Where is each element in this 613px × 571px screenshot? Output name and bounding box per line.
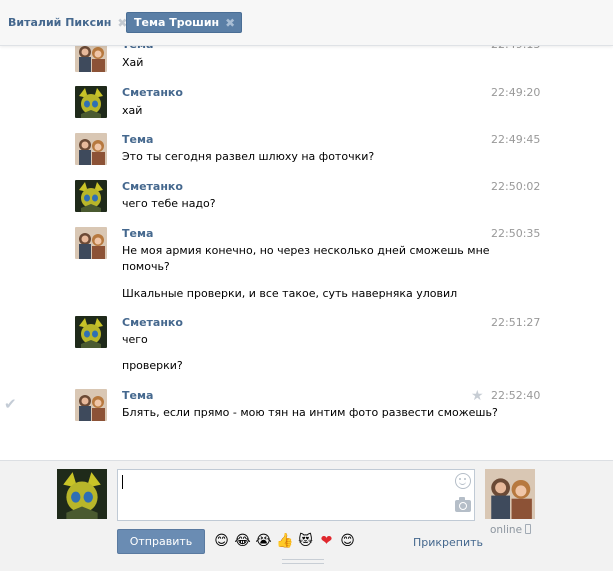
message-time[interactable]: 22:52:40 <box>491 389 540 402</box>
message-text: Это ты сегодня развел шлюху на фоточки? <box>122 150 375 163</box>
message-text: Шкальные проверки, и все такое, суть нав… <box>122 287 458 300</box>
chat-tabs-bar: Виталий Пиксин ✖ Тема Трошин ✖ <box>0 0 613 46</box>
message-author[interactable]: Сметанко <box>122 316 183 329</box>
message-text: чего тебе надо? <box>122 197 216 210</box>
message-author[interactable]: Сметанко <box>122 86 183 99</box>
check-icon[interactable]: ✔ <box>4 395 17 413</box>
message-history: Тема 22:49:13 Хай Сметанко 22:49:20 хай … <box>0 0 613 460</box>
message-author[interactable]: Тема <box>122 389 153 402</box>
mobile-phone-icon <box>525 524 532 534</box>
smile-emoji-icon[interactable]: 😊 <box>213 533 230 550</box>
message-text: Блять, если прямо - мою тян на интим фот… <box>122 406 498 419</box>
star-icon[interactable]: ★ <box>471 388 484 404</box>
message-text: чего <box>122 333 148 346</box>
blush-emoji-icon[interactable]: 😊 <box>339 533 356 550</box>
my-avatar[interactable] <box>57 469 107 519</box>
message-author[interactable]: Сметанко <box>122 180 183 193</box>
message-author[interactable]: Тема <box>122 227 153 240</box>
message-time[interactable]: 22:51:27 <box>491 316 540 329</box>
tema-avatar[interactable] <box>75 133 107 165</box>
tema-avatar[interactable] <box>75 227 107 259</box>
tab-tema-troshin[interactable]: Тема Трошин ✖ <box>126 12 243 33</box>
heart-emoji-icon[interactable]: ❤ <box>318 533 335 550</box>
crying-emoji-icon[interactable]: 😭 <box>255 533 272 550</box>
message-time[interactable]: 22:49:45 <box>491 133 540 146</box>
message-time[interactable]: 22:49:20 <box>491 86 540 99</box>
tab-vitaliy-piksin[interactable]: Виталий Пиксин ✖ <box>0 12 133 33</box>
message-input[interactable] <box>117 469 475 521</box>
quick-emoji-bar: 😊 😂 😭 👍 😻 ❤ 😊 <box>213 533 356 550</box>
message-text: хай <box>122 104 143 117</box>
close-icon[interactable]: ✖ <box>225 17 235 29</box>
smetanko-avatar[interactable] <box>75 180 107 212</box>
message-text: Хай <box>122 56 144 69</box>
thumbs-up-emoji-icon[interactable]: 👍 <box>276 533 293 550</box>
message-text: помочь? <box>122 260 170 273</box>
resize-handle[interactable] <box>282 559 324 564</box>
send-button[interactable]: Отправить <box>117 529 205 554</box>
tema-avatar[interactable] <box>75 389 107 421</box>
peer-avatar[interactable] <box>485 469 535 519</box>
cat-emoji-icon[interactable]: 😻 <box>297 533 314 550</box>
message-time[interactable]: 22:50:35 <box>491 227 540 240</box>
laugh-tears-emoji-icon[interactable]: 😂 <box>234 533 251 550</box>
camera-icon[interactable] <box>455 497 471 512</box>
emoji-picker-icon[interactable] <box>455 473 471 489</box>
message-text: Не моя армия конечно, но через несколько… <box>122 244 490 257</box>
message-author[interactable]: Тема <box>122 133 153 146</box>
message-composer: online Отправить 😊 😂 😭 👍 😻 ❤ 😊 Прикрепит… <box>0 460 613 571</box>
attach-link[interactable]: Прикрепить <box>413 536 483 549</box>
message-time[interactable]: 22:50:02 <box>491 180 540 193</box>
smetanko-avatar[interactable] <box>75 86 107 118</box>
online-status: online <box>490 524 532 536</box>
online-label: online <box>490 524 523 536</box>
message-text: проверки? <box>122 359 183 372</box>
smetanko-avatar[interactable] <box>75 316 107 348</box>
tab-label: Виталий Пиксин <box>8 16 112 29</box>
tab-label: Тема Трошин <box>134 16 220 29</box>
